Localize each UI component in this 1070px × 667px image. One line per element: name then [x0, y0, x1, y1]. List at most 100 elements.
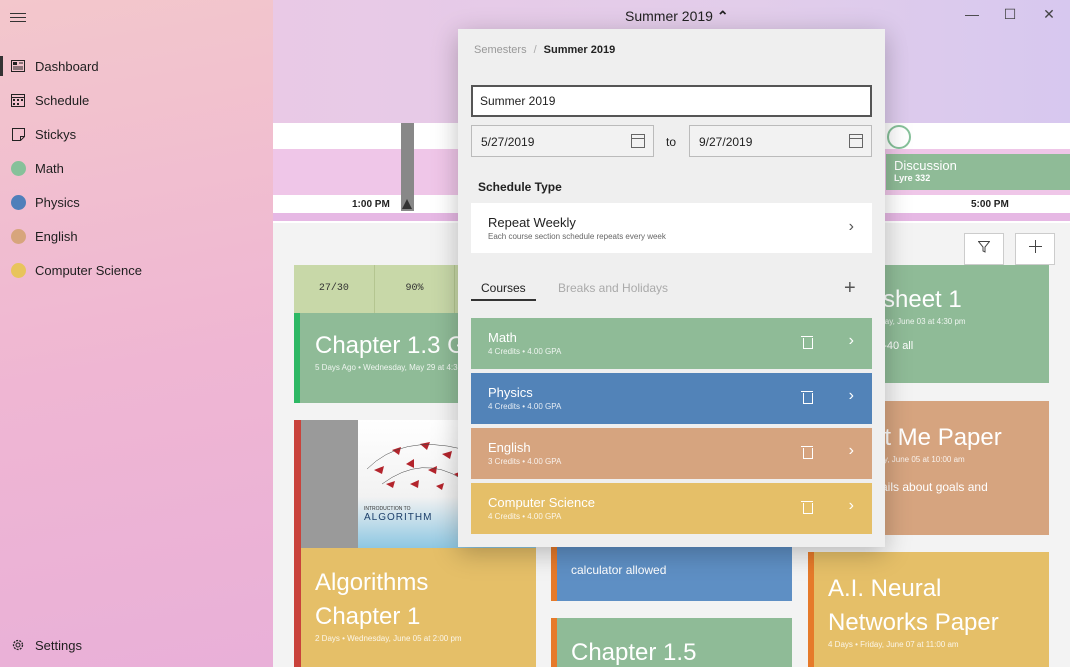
date-range-to-label: to	[666, 135, 677, 149]
dashboard-icon	[10, 58, 26, 74]
sidebar: Dashboard Schedule Stickys Math Physics …	[0, 0, 273, 667]
course-row-english[interactable]: English 3 Credits • 4.00 GPA ›	[471, 428, 872, 479]
end-date-picker[interactable]: 9/27/2019	[689, 125, 872, 157]
chevron-right-icon: ›	[848, 218, 854, 235]
course-name: Computer Science	[488, 495, 595, 510]
chevron-up-icon: ⌃	[716, 8, 729, 24]
hamburger-menu-icon[interactable]	[10, 10, 26, 22]
semester-name-input[interactable]	[471, 85, 872, 117]
course-detail: 4 Credits • 4.00 GPA	[488, 347, 562, 356]
maximize-button[interactable]: ☐	[1000, 6, 1020, 26]
task-meta: sday, June 05 at 10:00 am	[871, 455, 965, 464]
schedule-type-heading: Schedule Type	[478, 180, 562, 194]
chevron-right-icon: ›	[848, 387, 854, 404]
event-title: Discussion	[894, 158, 957, 173]
task-card-neural-networks[interactable]: A.I. Neural Networks Paper 4 Days • Frid…	[808, 552, 1049, 667]
sidebar-item-stickys[interactable]: Stickys	[0, 119, 273, 149]
task-title: Chapter 1.5	[571, 639, 697, 666]
task-meta: 2 Days • Wednesday, June 05 at 2:00 pm	[315, 634, 462, 643]
window-title: Summer 2019	[625, 8, 713, 24]
task-title: ksheet 1	[871, 286, 962, 313]
end-date-value: 9/27/2019	[699, 135, 753, 149]
schedule-type-title: Repeat Weekly	[488, 215, 576, 230]
sidebar-item-label: English	[35, 228, 78, 244]
course-color-dot	[10, 160, 26, 176]
course-tabs: Courses Breaks and Holidays	[471, 281, 872, 303]
breadcrumb-current: Summer 2019	[543, 44, 616, 56]
book-title: ALGORITHM	[364, 512, 433, 523]
course-color-dot	[10, 194, 26, 210]
sidebar-item-computer-science[interactable]: Computer Science	[0, 255, 273, 285]
filter-button[interactable]	[964, 233, 1004, 265]
calendar-icon	[849, 134, 863, 148]
plus-icon	[1028, 240, 1042, 253]
sidebar-item-label: Schedule	[35, 92, 90, 108]
schedule-type-subtitle: Each course section schedule repeats eve…	[488, 232, 666, 241]
task-title-line2: Networks Paper	[828, 609, 999, 636]
grade-percent: 90%	[375, 265, 456, 313]
course-name: English	[488, 440, 531, 455]
tab-breaks-and-holidays[interactable]: Breaks and Holidays	[558, 281, 668, 295]
sidebar-item-label: Dashboard	[35, 58, 99, 74]
current-time-indicator	[401, 123, 414, 211]
start-date-picker[interactable]: 5/27/2019	[471, 125, 654, 157]
time-label: 5:00 PM	[963, 199, 1017, 210]
tab-courses[interactable]: Courses	[471, 281, 536, 301]
semester-edit-flyout: Semesters/Summer 2019 5/27/2019 to 9/27/…	[458, 29, 885, 547]
gear-icon	[10, 637, 26, 653]
course-detail: 3 Credits • 4.00 GPA	[488, 457, 562, 466]
task-title-line2: Chapter 1	[315, 603, 421, 630]
course-row-computer-science[interactable]: Computer Science 4 Credits • 4.00 GPA ›	[471, 483, 872, 534]
grade-score: 27/30	[294, 265, 375, 313]
course-row-physics[interactable]: Physics 4 Credits • 4.00 GPA ›	[471, 373, 872, 424]
delete-icon[interactable]	[801, 390, 813, 404]
filter-icon	[977, 241, 991, 253]
minimize-button[interactable]: —	[962, 6, 982, 26]
sidebar-item-settings[interactable]: Settings	[0, 630, 273, 660]
course-name: Math	[488, 330, 517, 345]
task-card-calculator[interactable]: calculator allowed	[551, 547, 792, 601]
breadcrumb-semesters[interactable]: Semesters	[474, 44, 527, 56]
sidebar-item-schedule[interactable]: Schedule	[0, 85, 273, 115]
close-button[interactable]: ✕	[1039, 6, 1059, 26]
algorithms-text: Algorithms Chapter 1 2 Days • Wednesday,…	[301, 560, 536, 660]
sidebar-item-physics[interactable]: Physics	[0, 187, 273, 217]
sidebar-item-label: Computer Science	[35, 262, 142, 278]
delete-icon[interactable]	[801, 335, 813, 349]
course-color-dot	[10, 228, 26, 244]
course-row-math[interactable]: Math 4 Credits • 4.00 GPA ›	[471, 318, 872, 369]
timeline-event[interactable]: Discussion Lyre 332	[886, 154, 1070, 190]
sidebar-item-label: Settings	[35, 637, 82, 653]
course-detail: 4 Credits • 4.00 GPA	[488, 512, 562, 521]
time-label: 1:00 PM	[348, 199, 394, 210]
add-button[interactable]	[1015, 233, 1055, 265]
task-body: calculator allowed	[571, 563, 667, 577]
chevron-right-icon: ›	[848, 332, 854, 349]
sidebar-item-label: Stickys	[35, 126, 77, 142]
course-name: Physics	[488, 385, 533, 400]
task-body-line2: d	[871, 494, 1049, 508]
task-body: 30-40 all	[871, 340, 914, 352]
semester-title-dropdown[interactable]: Summer 2019 ⌃	[625, 8, 729, 25]
chevron-right-icon: ›	[848, 442, 854, 459]
breadcrumb: Semesters / Summer 2019	[474, 44, 616, 56]
task-body: etails about goals and	[871, 480, 988, 494]
course-color-dot	[10, 262, 26, 278]
sidebar-item-dashboard[interactable]: Dashboard	[0, 51, 273, 81]
task-meta: 4 Days • Friday, June 07 at 11:00 am	[828, 640, 959, 649]
task-meta: Friday, June 03 at 4:30 pm	[871, 317, 966, 326]
add-course-button[interactable]: +	[844, 277, 856, 300]
sidebar-item-label: Math	[35, 160, 64, 176]
event-location: Lyre 332	[894, 173, 931, 183]
task-title: ut Me Paper	[871, 424, 1002, 451]
sidebar-item-english[interactable]: English	[0, 221, 273, 251]
calendar-icon	[631, 134, 645, 148]
current-time-arrow-icon	[402, 199, 412, 209]
task-card-chapter-1-5[interactable]: Chapter 1.5	[551, 618, 792, 667]
task-title: Algorithms	[315, 569, 429, 596]
schedule-type-selector[interactable]: Repeat Weekly Each course section schedu…	[471, 203, 872, 253]
delete-icon[interactable]	[801, 500, 813, 514]
timeline-marker	[887, 125, 911, 149]
delete-icon[interactable]	[801, 445, 813, 459]
sidebar-item-math[interactable]: Math	[0, 153, 273, 183]
